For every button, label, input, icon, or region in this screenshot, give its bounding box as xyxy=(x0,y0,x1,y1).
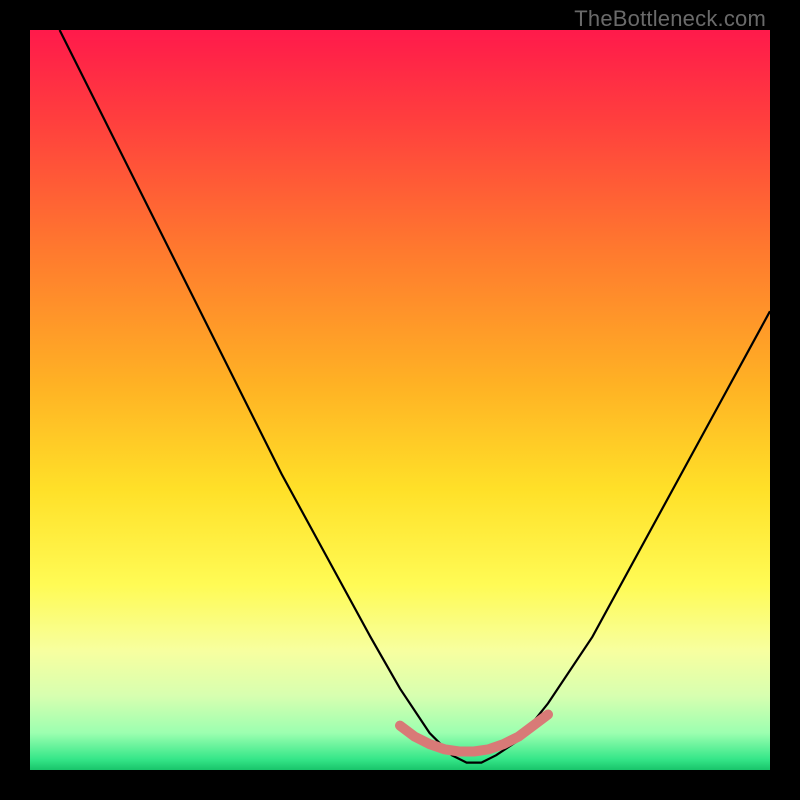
bottleneck-curve xyxy=(60,30,770,763)
watermark-text: TheBottleneck.com xyxy=(574,6,766,32)
plot-area xyxy=(30,30,770,770)
chart-stage: TheBottleneck.com xyxy=(0,0,800,800)
curve-layer xyxy=(30,30,770,770)
